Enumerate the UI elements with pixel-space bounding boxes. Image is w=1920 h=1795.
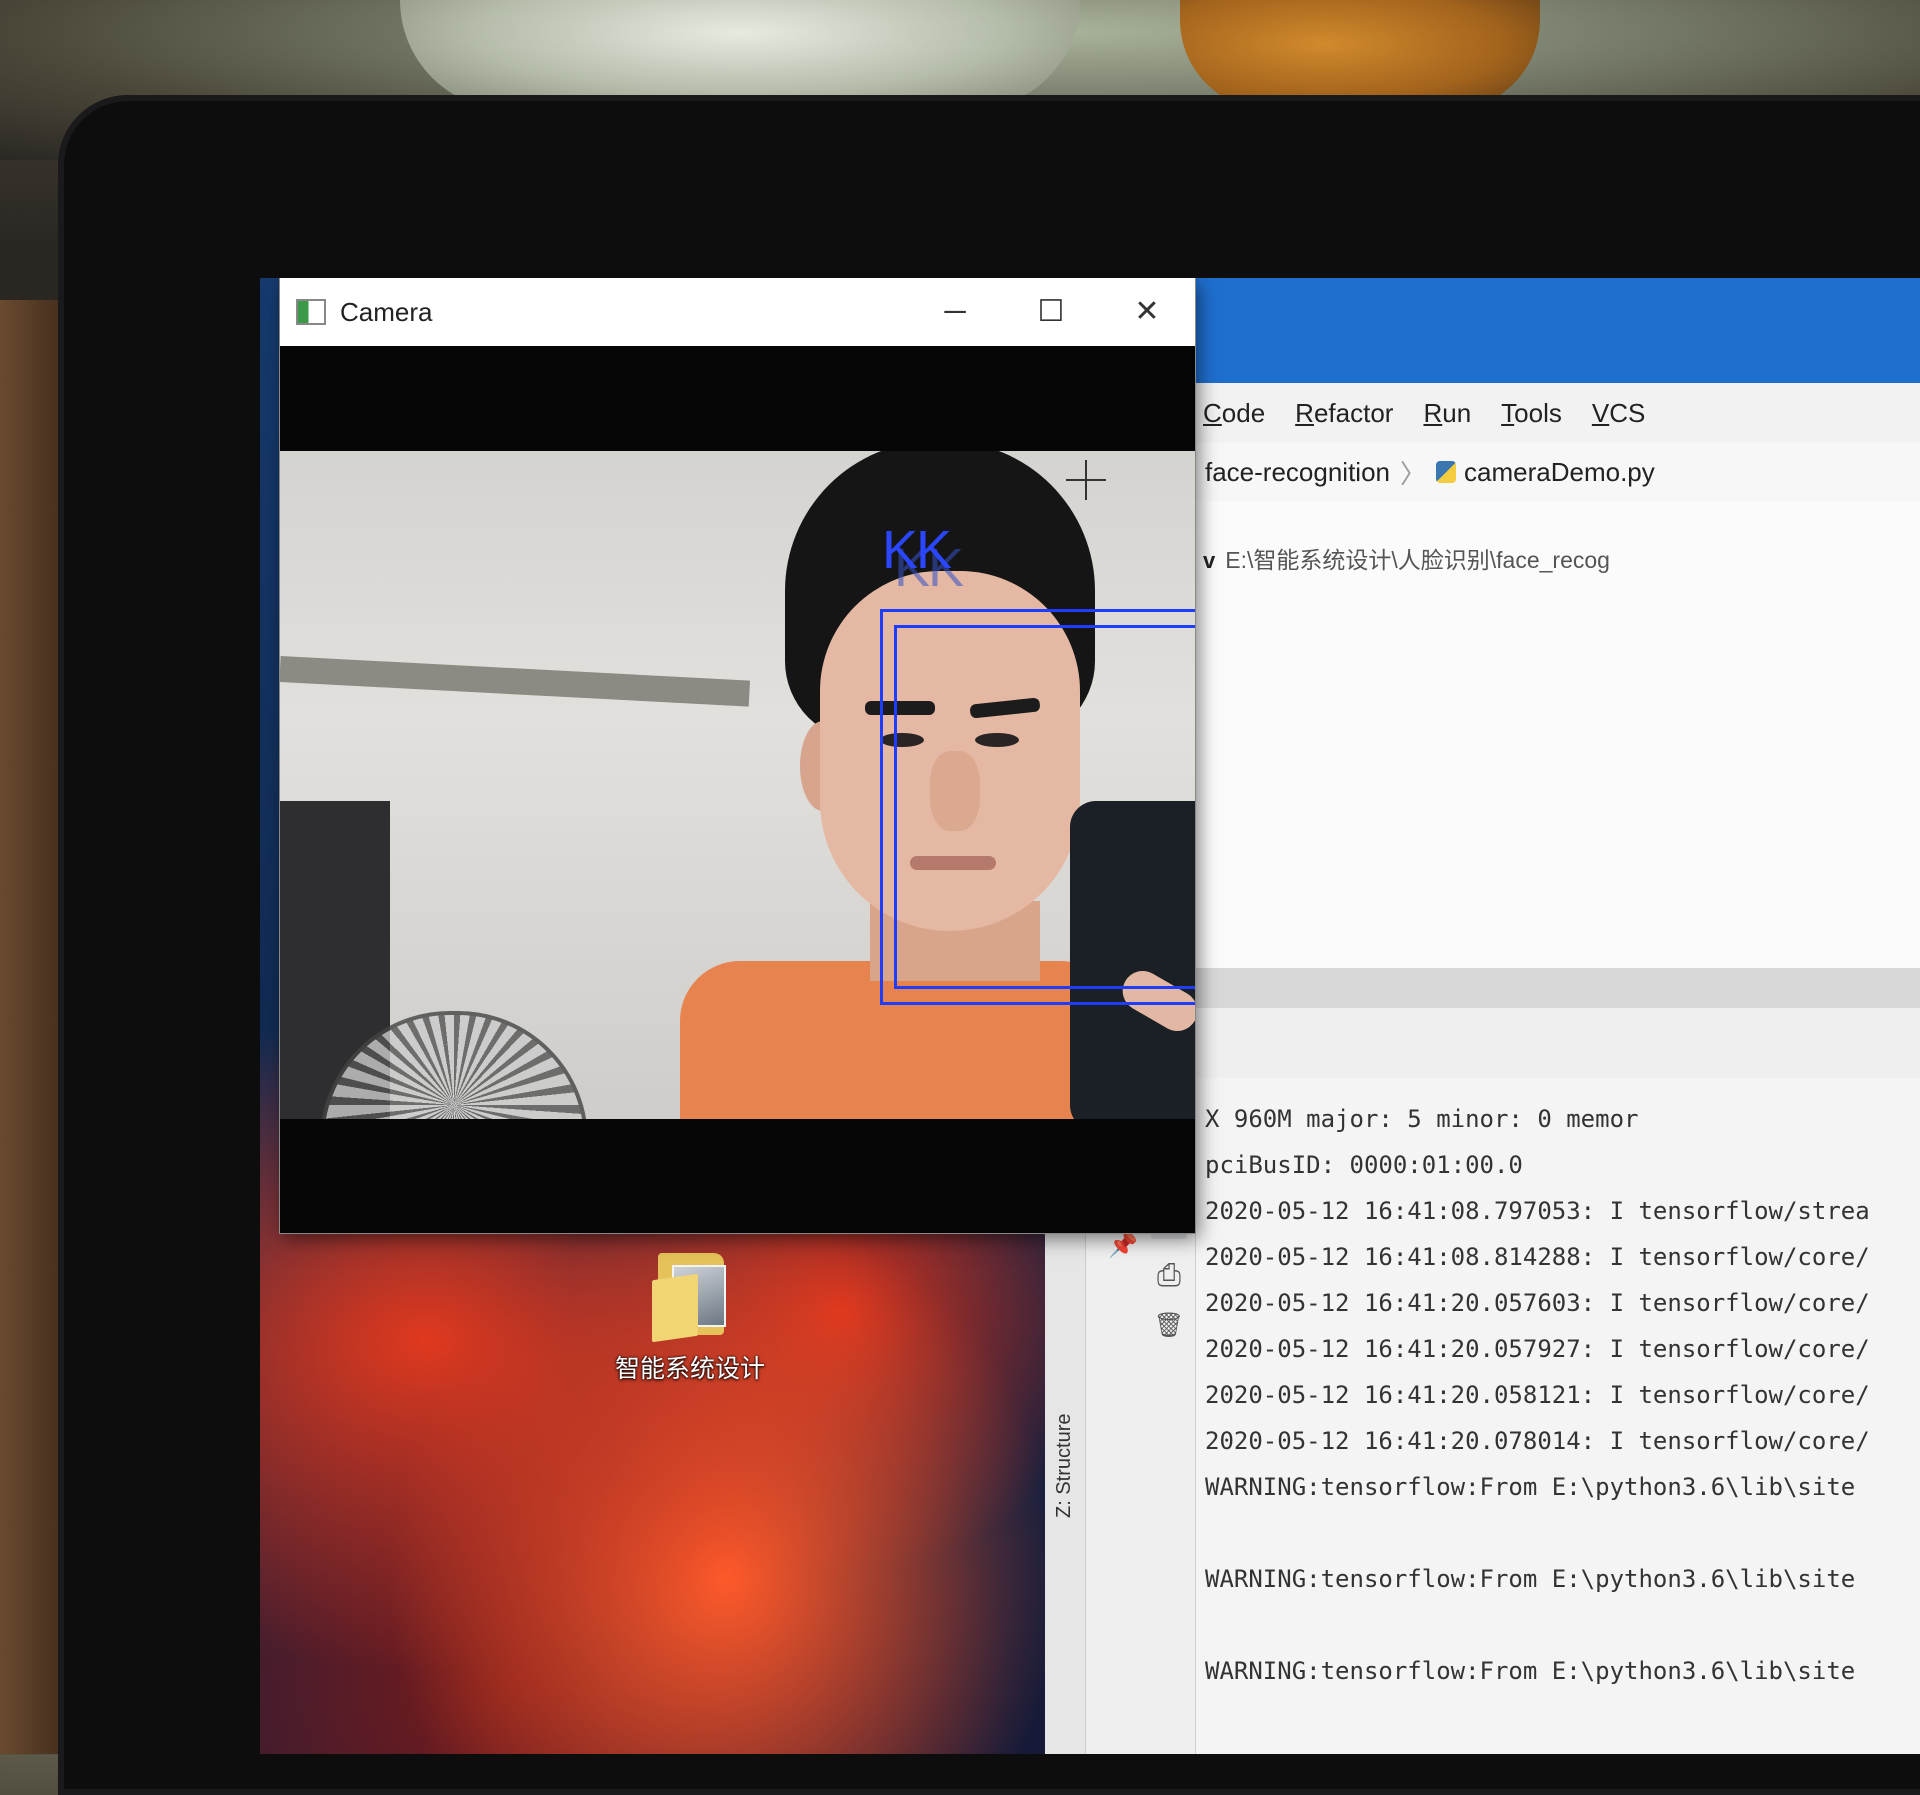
mouse-crosshair-cursor xyxy=(1066,460,1106,500)
folder-icon xyxy=(652,1253,728,1343)
project-root-row[interactable]: v E:\智能系统设计\人脸识别\face_recog xyxy=(1195,541,1610,575)
face-label: KK xyxy=(882,520,952,580)
console-line: WARNING:tensorflow:From E:\python3.6\lib… xyxy=(1205,1565,1856,1593)
console-line: 2020-05-12 16:41:20.078014: I tensorflow… xyxy=(1205,1427,1870,1455)
console-line: WARNING:tensorflow:From E:\python3.6\lib… xyxy=(1205,1657,1856,1685)
camera-titlebar[interactable]: Camera ─ ☐ ✕ xyxy=(280,278,1195,346)
horizontal-scrollbar[interactable] xyxy=(1195,968,1920,1008)
mug xyxy=(1180,0,1540,110)
camera-window-title: Camera xyxy=(340,296,433,327)
console-line: 2020-05-12 16:41:08.797053: I tensorflow… xyxy=(1205,1197,1870,1225)
trash-icon[interactable]: 🗑 xyxy=(1151,1308,1187,1344)
ide-menubar: Code Refactor Run Tools VCS xyxy=(1195,383,1920,443)
camera-video-feed: KK KK xyxy=(280,451,1195,1119)
camera-window: Camera ─ ☐ ✕ KK KK xyxy=(280,278,1195,1233)
desktop-folder-shortcut[interactable]: 智能系统设计 xyxy=(600,1253,780,1385)
menu-code[interactable]: Code xyxy=(1203,398,1265,429)
menu-vcs[interactable]: VCS xyxy=(1592,398,1645,429)
pin-icon[interactable]: 📌 xyxy=(1105,1228,1141,1264)
camera-frame: KK KK xyxy=(280,346,1195,1233)
ceiling-light xyxy=(280,656,751,707)
breadcrumb: face-recognition 〉 cameraDemo.py xyxy=(1195,443,1920,502)
print-icon[interactable]: ⎙ xyxy=(1151,1258,1187,1294)
camera-app-icon xyxy=(296,299,326,325)
console-line: pciBusID: 0000:01:00.0 xyxy=(1205,1151,1523,1179)
menu-refactor[interactable]: Refactor xyxy=(1295,398,1393,429)
menu-run[interactable]: Run xyxy=(1423,398,1471,429)
menu-tools[interactable]: Tools xyxy=(1501,398,1562,429)
console-line: WARNING:tensorflow:From E:\python3.6\lib… xyxy=(1205,1473,1856,1501)
close-button[interactable]: ✕ xyxy=(1099,278,1195,346)
desktop-folder-label: 智能系统设计 xyxy=(614,1355,765,1383)
console-line: 2020-05-12 16:41:20.058121: I tensorflow… xyxy=(1205,1381,1870,1409)
panel-divider xyxy=(1195,1008,1920,1079)
breadcrumb-project[interactable]: face-recognition xyxy=(1205,457,1390,488)
ide-titlebar xyxy=(1195,278,1920,383)
console-line: 2020-05-12 16:41:20.057603: I tensorflow… xyxy=(1205,1289,1870,1317)
maximize-button[interactable]: ☐ xyxy=(1003,278,1099,346)
console-output[interactable]: X 960M major: 5 minor: 0 memor pciBusID: … xyxy=(1205,1096,1920,1694)
expand-arrow[interactable]: v xyxy=(1203,548,1215,573)
minimize-button[interactable]: ─ xyxy=(907,278,1003,346)
chevron-right-icon: 〉 xyxy=(1400,458,1427,489)
python-file-icon xyxy=(1436,461,1457,483)
breadcrumb-file[interactable]: cameraDemo.py xyxy=(1464,457,1655,488)
face-detection-box-inner xyxy=(894,625,1195,989)
console-line: 2020-05-12 16:41:20.057927: I tensorflow… xyxy=(1205,1335,1870,1363)
console-line: 2020-05-12 16:41:08.814288: I tensorflow… xyxy=(1205,1243,1870,1271)
structure-tab-label: Z: Structure xyxy=(1053,1413,1075,1518)
project-root-path: E:\智能系统设计\人脸识别\face_recog xyxy=(1225,547,1610,573)
run-panel: Z: Structure ▦ 📌 ↓ ⥱ ⤓ ⎙ 🗑 X 960M major:… xyxy=(1045,1078,1920,1754)
plate xyxy=(400,0,1080,110)
ide-window: Code Refactor Run Tools VCS face-recogni… xyxy=(1045,278,1920,1754)
project-panel: v E:\智能系统设计\人脸识别\face_recog xyxy=(1195,501,1920,971)
console-line: X 960M major: 5 minor: 0 memor xyxy=(1205,1105,1639,1133)
